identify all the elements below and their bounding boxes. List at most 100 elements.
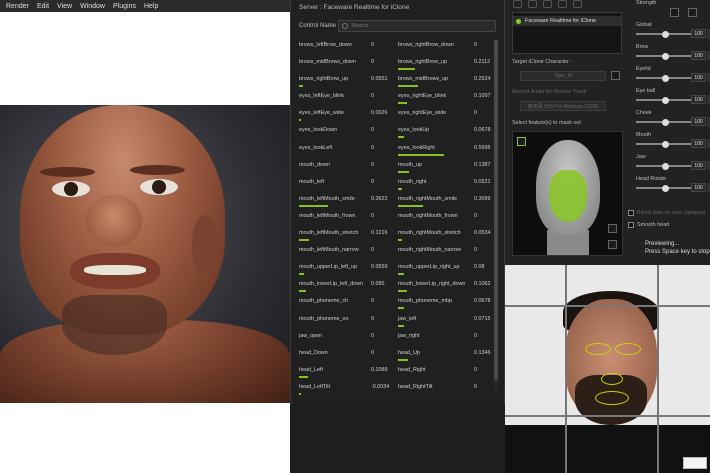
- slider-track[interactable]: [636, 52, 691, 60]
- forward-icon[interactable]: [573, 0, 582, 8]
- slider-handle[interactable]: [661, 52, 669, 60]
- search-input[interactable]: [351, 23, 491, 29]
- morph-value-left: 0.1216: [371, 230, 388, 237]
- slider-label-cheek: Cheek: [636, 110, 652, 116]
- menu-item-render[interactable]: Render: [6, 3, 29, 10]
- slider-value-field[interactable]: 100: [691, 73, 706, 82]
- morph-name-right: head_Up: [398, 349, 420, 356]
- audio-device-select[interactable]: 麦克风 (HD Pro Webcam C920): [520, 101, 606, 111]
- back-icon[interactable]: [513, 0, 522, 8]
- slider-track[interactable]: [636, 140, 691, 148]
- morph-value-left: 0: [371, 144, 374, 151]
- slider-value-field[interactable]: 100: [691, 51, 706, 60]
- slider-value-field[interactable]: 100: [691, 29, 706, 38]
- list-icon[interactable]: [558, 0, 567, 8]
- slider-track[interactable]: [636, 96, 691, 104]
- target-character-field[interactable]: Tiger_M: [520, 71, 606, 81]
- slider-handle[interactable]: [661, 162, 669, 170]
- background-tile-line: [505, 305, 710, 307]
- tracker-right-eye: [615, 343, 641, 355]
- menu-item-window[interactable]: Window: [80, 3, 105, 10]
- morph-row: jaw_open 0 jaw_right 0: [299, 329, 491, 346]
- viewport-background-bottom: [0, 403, 290, 473]
- character-beard: [62, 295, 167, 355]
- morph-name-right: mouth_rightMouth_stretch: [398, 230, 461, 237]
- slider-track[interactable]: [636, 184, 691, 192]
- slider-track[interactable]: [636, 162, 691, 170]
- morph-bar-right: [398, 170, 410, 173]
- slider-track[interactable]: [636, 118, 691, 126]
- morph-name-right: head_RightTilt: [398, 383, 433, 390]
- menu-item-edit[interactable]: Edit: [37, 3, 49, 10]
- smooth-head-option[interactable]: Smooth head: [628, 222, 669, 228]
- control-name-label: Control Name :: [299, 23, 340, 29]
- trash-icon[interactable]: [608, 240, 617, 249]
- record-audio-label[interactable]: Record Audio for Viseme Track: [512, 89, 586, 95]
- device-item[interactable]: Faceware Realtime for iClone: [513, 16, 621, 26]
- menu-item-plugins[interactable]: Plugins: [113, 3, 136, 10]
- morph-name-left: mouth_phoneme_oo: [299, 315, 349, 322]
- morph-row: brows_midBrows_down 0 brows_rightBrow_up 0.…: [299, 55, 491, 72]
- search-box[interactable]: [338, 20, 496, 32]
- morph-row: mouth_phoneme_ch 0 mouth_phoneme_mbp 0.0678: [299, 294, 491, 311]
- pick-character-icon[interactable]: [611, 71, 620, 80]
- morph-row: eyes_lookLeft 0 eyes_lookRight 0.5696: [299, 141, 491, 158]
- device-panel: Faceware Realtime for iClone Target iClo…: [505, 0, 628, 265]
- morph-name-left: eyes_lookDown: [299, 127, 338, 134]
- slider-handle[interactable]: [661, 118, 669, 126]
- reset-icon[interactable]: [670, 8, 679, 17]
- 3d-viewport[interactable]: [0, 105, 290, 403]
- morph-name-left: brows_midBrows_down: [299, 59, 356, 66]
- morph-name-right: mouth_rightMouth_frown: [398, 212, 458, 219]
- morph-bar-left: [299, 273, 304, 276]
- menu-item-help[interactable]: Help: [144, 3, 158, 10]
- menu-item-view[interactable]: View: [57, 3, 72, 10]
- blend-checkbox[interactable]: [628, 210, 634, 216]
- refresh-icon[interactable]: [528, 0, 537, 8]
- device-list[interactable]: Faceware Realtime for iClone: [512, 12, 622, 54]
- morph-name-left: eyes_leftEye_wide: [299, 110, 344, 117]
- morph-name-left: mouth_phoneme_ch: [299, 298, 349, 305]
- slider-value-field[interactable]: 100: [691, 117, 706, 126]
- connect-icon[interactable]: [543, 0, 552, 8]
- morph-name-right: eyes_rightEye_blink: [398, 93, 447, 100]
- slider-track[interactable]: [636, 74, 691, 82]
- blend-data-option[interactable]: Blend data on zero clamping: [628, 210, 705, 216]
- slider-value-field[interactable]: 100: [691, 183, 706, 192]
- slider-handle[interactable]: [661, 184, 669, 192]
- slider-handle[interactable]: [661, 30, 669, 38]
- scrollbar-thumb[interactable]: [494, 40, 498, 380]
- slider-value-field[interactable]: 100: [691, 161, 706, 170]
- morph-name-right: head_Right: [398, 366, 426, 373]
- morph-value-left: 0: [371, 247, 374, 254]
- connected-status-icon: [516, 18, 521, 24]
- tracker-left-eye: [585, 343, 611, 355]
- morph-row: mouth_leftMouth_stretch 0.1216 mouth_right…: [299, 226, 491, 243]
- settings-icon[interactable]: [688, 8, 697, 17]
- slider-handle[interactable]: [661, 74, 669, 82]
- morph-name-left: mouth_leftMouth_smile: [299, 195, 355, 202]
- smooth-head-checkbox[interactable]: [628, 222, 634, 228]
- morph-grid: brows_leftBrow_down 0 brows_rightBrow_down…: [299, 38, 491, 397]
- mask-face-region[interactable]: [549, 170, 587, 222]
- slider-value-field[interactable]: 100: [691, 95, 706, 104]
- mask-select-icon[interactable]: [517, 137, 526, 146]
- morph-bar-right: [398, 187, 402, 190]
- morph-row: mouth_down 0 mouth_up 0.1387: [299, 158, 491, 175]
- morph-value-left: 0: [371, 127, 374, 134]
- morph-scrollbar[interactable]: [494, 40, 498, 390]
- slider-handle[interactable]: [661, 96, 669, 104]
- feature-mask-viewer[interactable]: [512, 131, 623, 256]
- morph-name-left: eyes_lookLeft: [299, 144, 333, 151]
- morph-name-right: eyes_rightEye_wide: [398, 110, 447, 117]
- morph-name-right: mouth_upperLip_right_up: [398, 264, 460, 271]
- slider-value-field[interactable]: 100: [691, 139, 706, 148]
- morph-bar-right: [398, 68, 415, 71]
- crop-icon[interactable]: [608, 224, 617, 233]
- morph-bar-right: [398, 358, 409, 361]
- morph-bar-right: [398, 239, 402, 242]
- preview-line-1: Previewing...: [645, 241, 680, 247]
- character-left-brow: [40, 167, 95, 177]
- slider-track[interactable]: [636, 30, 691, 38]
- slider-handle[interactable]: [661, 140, 669, 148]
